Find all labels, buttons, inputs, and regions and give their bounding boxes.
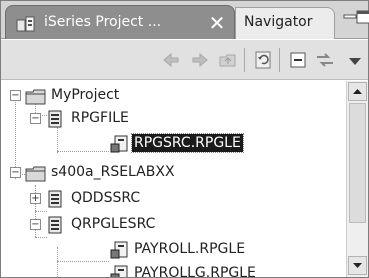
tree-item-label: RPGSRC.RPGLE — [131, 133, 244, 153]
tab-label: iSeries Project ... — [44, 14, 162, 30]
tree-item-label: PAYROLLG.RPGLE — [134, 265, 256, 277]
iseries-project-icon — [16, 16, 35, 32]
view-toolbar — [1, 40, 368, 80]
arrow-up-icon — [353, 89, 362, 94]
tree-item-rpgsrc-rpgle[interactable]: RPGSRC.RPGLE — [1, 132, 341, 156]
scroll-down-button[interactable] — [348, 256, 367, 275]
source-file-icon — [48, 110, 62, 128]
tree-item-myproject[interactable]: − MyProject — [1, 84, 341, 108]
member-file-icon — [110, 265, 128, 277]
collapse-toggle[interactable]: − — [30, 113, 41, 124]
library-folder-icon — [25, 166, 46, 182]
view-menu-icon[interactable] — [344, 49, 366, 71]
close-icon[interactable]: ✕ — [206, 12, 228, 34]
scroll-thumb[interactable] — [349, 103, 366, 223]
member-file-icon — [110, 135, 128, 153]
scroll-up-button[interactable] — [348, 82, 367, 101]
maximize-icon[interactable] — [356, 9, 369, 25]
tab-navigator[interactable]: Navigator — [235, 7, 335, 39]
refresh-icon[interactable] — [252, 49, 274, 71]
forward-arrow-icon[interactable] — [189, 49, 211, 71]
link-with-editor-icon[interactable] — [314, 49, 336, 71]
tree-item-label: QDDSSRC — [71, 190, 141, 206]
toolbar-separator — [279, 48, 280, 72]
tree-item-label: QRPGLESRC — [71, 216, 156, 232]
project-folder-icon — [25, 89, 46, 105]
vertical-scrollbar[interactable] — [346, 81, 368, 277]
collapse-toggle[interactable]: − — [30, 219, 41, 230]
tab-iseries-project[interactable]: iSeries Project ... ✕ — [5, 5, 235, 39]
back-arrow-icon[interactable] — [160, 49, 182, 71]
view-frame: iSeries Project ... ✕ Navigator − MyProj… — [0, 0, 369, 278]
tab-label: Navigator — [244, 14, 313, 30]
tree-item-s400a-rselabxx[interactable]: − s400a_RSELABXX — [1, 161, 341, 185]
collapse-all-icon[interactable] — [287, 49, 309, 71]
member-file-icon — [110, 241, 128, 259]
tree-item-payroll-rpgle[interactable]: PAYROLL.RPGLE — [1, 238, 341, 262]
tree-item-label: RPGFILE — [71, 110, 129, 126]
project-tree: − MyProject − RPGFILE RPGSRC.RPGLE − s40… — [1, 81, 346, 277]
view-tab-bar: iSeries Project ... ✕ Navigator — [1, 1, 369, 39]
tree-item-qrpglesrc[interactable]: − QRPGLESRC — [1, 213, 341, 237]
source-file-icon — [48, 190, 62, 208]
toolbar-separator — [244, 48, 245, 72]
tree-item-label: MyProject — [51, 87, 120, 103]
source-file-icon — [48, 216, 62, 234]
collapse-toggle[interactable]: − — [10, 90, 21, 101]
tree-connector — [35, 211, 47, 212]
tree-item-qddssrc[interactable]: + QDDSSRC — [1, 187, 341, 211]
up-folder-icon[interactable] — [217, 49, 239, 71]
arrow-down-icon — [353, 263, 362, 268]
tree-item-rpgfile[interactable]: − RPGFILE — [1, 107, 341, 131]
tree-item-payrollg-rpgle[interactable]: PAYROLLG.RPGLE — [1, 262, 341, 277]
collapse-toggle[interactable]: − — [10, 167, 21, 178]
expand-toggle[interactable]: + — [30, 193, 41, 204]
tree-item-label: PAYROLL.RPGLE — [134, 241, 246, 257]
tree-item-label: s400a_RSELABXX — [51, 164, 175, 180]
